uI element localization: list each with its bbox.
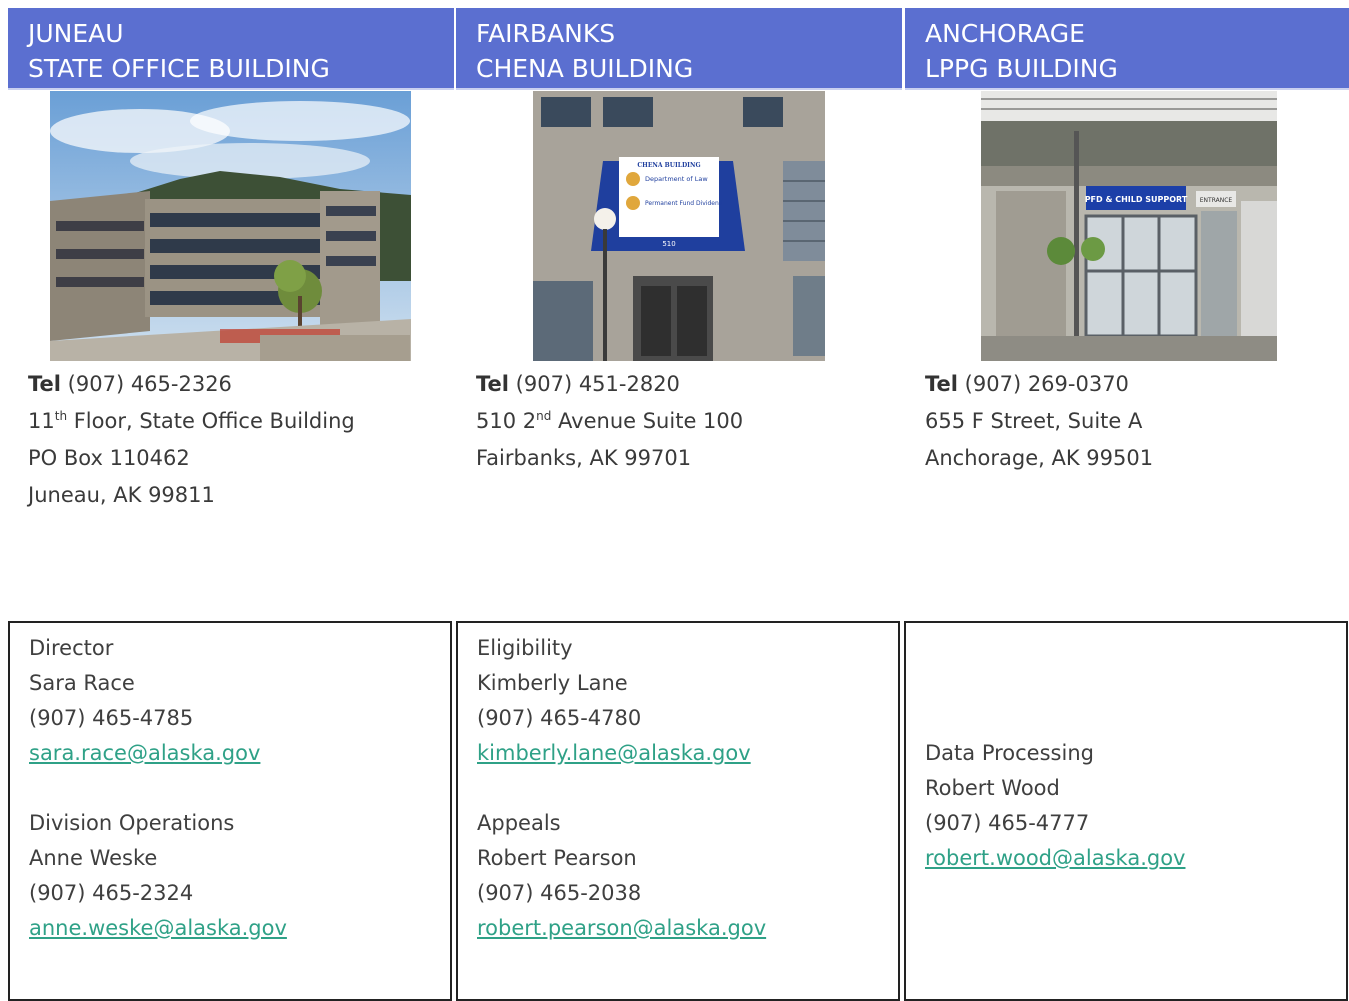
sign-title: CHENA BUILDING (637, 162, 700, 169)
office-city: FAIRBANKS (476, 19, 616, 48)
contact-role: Director (29, 636, 114, 660)
office-city: ANCHORAGE (925, 19, 1085, 48)
contact-division-operations: Division Operations Anne Weske (907) 465… (29, 806, 450, 946)
office-city: JUNEAU (28, 19, 124, 48)
office-phone: (907) 465-2326 (67, 372, 232, 396)
contact-role: Division Operations (29, 811, 235, 835)
contact-appeals: Appeals Robert Pearson (907) 465-2038 ro… (477, 806, 898, 946)
office-phone: (907) 451-2820 (515, 372, 680, 396)
office-building: STATE OFFICE BUILDING (28, 54, 330, 83)
contact-phone: (907) 465-4780 (477, 706, 642, 730)
contact-role: Appeals (477, 811, 561, 835)
contact-email-link[interactable]: anne.weske@alaska.gov (29, 916, 287, 940)
address-line-1: 510 2nd Avenue Suite 100 (476, 409, 744, 433)
contact-box-1: Director Sara Race (907) 465-4785 sara.r… (8, 621, 452, 1001)
contact-data-processing: Data Processing Robert Wood (907) 465-47… (925, 736, 1346, 876)
sign-main: PFD & CHILD SUPPORT (1085, 195, 1188, 204)
contact-name: Robert Wood (925, 776, 1060, 800)
office-address: Tel (907) 269-0370 655 F Street, Suite A… (925, 366, 1153, 477)
office-juneau: JUNEAU STATE OFFICE BUILDING Tel (907) 4… (8, 8, 454, 507)
contact-phone: (907) 465-4785 (29, 706, 194, 730)
contact-phone: (907) 465-2038 (477, 881, 642, 905)
tel-label: Tel (925, 372, 958, 396)
sign-row-1: Department of Law (645, 175, 708, 183)
juneau-building-photo (50, 91, 411, 361)
address-line-2: PO Box 110462 (28, 446, 190, 470)
sign-row-2: Permanent Fund Dividend (645, 200, 723, 207)
office-fairbanks: FAIRBANKS CHENA BUILDING CHENA BUILDING … (456, 8, 902, 470)
contact-box-2: Eligibility Kimberly Lane (907) 465-4780… (456, 621, 900, 1001)
office-phone: (907) 269-0370 (964, 372, 1129, 396)
office-address: Tel (907) 451-2820 510 2nd Avenue Suite … (476, 366, 743, 477)
tel-label: Tel (476, 372, 509, 396)
address-line-2: Fairbanks, AK 99701 (476, 446, 692, 470)
address-line-2: Anchorage, AK 99501 (925, 446, 1154, 470)
tel-label: Tel (28, 372, 61, 396)
contact-name: Kimberly Lane (477, 671, 628, 695)
anchorage-building-photo: PFD & CHILD SUPPORT ENTRANCE (981, 91, 1277, 361)
contact-role: Data Processing (925, 741, 1094, 765)
contact-email-link[interactable]: kimberly.lane@alaska.gov (477, 741, 751, 765)
contact-director: Director Sara Race (907) 465-4785 sara.r… (29, 631, 450, 771)
office-building: LPPG BUILDING (925, 54, 1118, 83)
sign-number: 510 (662, 240, 675, 248)
contact-name: Sara Race (29, 671, 135, 695)
address-line-1: 11th Floor, State Office Building (28, 409, 355, 433)
address-line-1: 655 F Street, Suite A (925, 409, 1143, 433)
contact-box-3: Data Processing Robert Wood (907) 465-47… (904, 621, 1348, 1001)
office-header: FAIRBANKS CHENA BUILDING (456, 8, 902, 90)
office-building: CHENA BUILDING (476, 54, 694, 83)
office-header: ANCHORAGE LPPG BUILDING (905, 8, 1349, 90)
contact-email-link[interactable]: sara.race@alaska.gov (29, 741, 260, 765)
fairbanks-building-photo: CHENA BUILDING Department of Law Permane… (533, 91, 825, 361)
contact-email-link[interactable]: robert.pearson@alaska.gov (477, 916, 766, 940)
contact-phone: (907) 465-2324 (29, 881, 194, 905)
office-address: Tel (907) 465-2326 11th Floor, State Off… (28, 366, 355, 514)
contact-name: Anne Weske (29, 846, 158, 870)
contact-email-link[interactable]: robert.wood@alaska.gov (925, 846, 1185, 870)
contact-eligibility: Eligibility Kimberly Lane (907) 465-4780… (477, 631, 898, 771)
contact-phone: (907) 465-4777 (925, 811, 1090, 835)
office-anchorage: ANCHORAGE LPPG BUILDING PFD & CHILD SUPP… (905, 8, 1349, 470)
office-header: JUNEAU STATE OFFICE BUILDING (8, 8, 454, 90)
contact-name: Robert Pearson (477, 846, 637, 870)
sign-side: ENTRANCE (1200, 197, 1233, 204)
address-line-3: Juneau, AK 99811 (28, 483, 215, 507)
contact-role: Eligibility (477, 636, 573, 660)
